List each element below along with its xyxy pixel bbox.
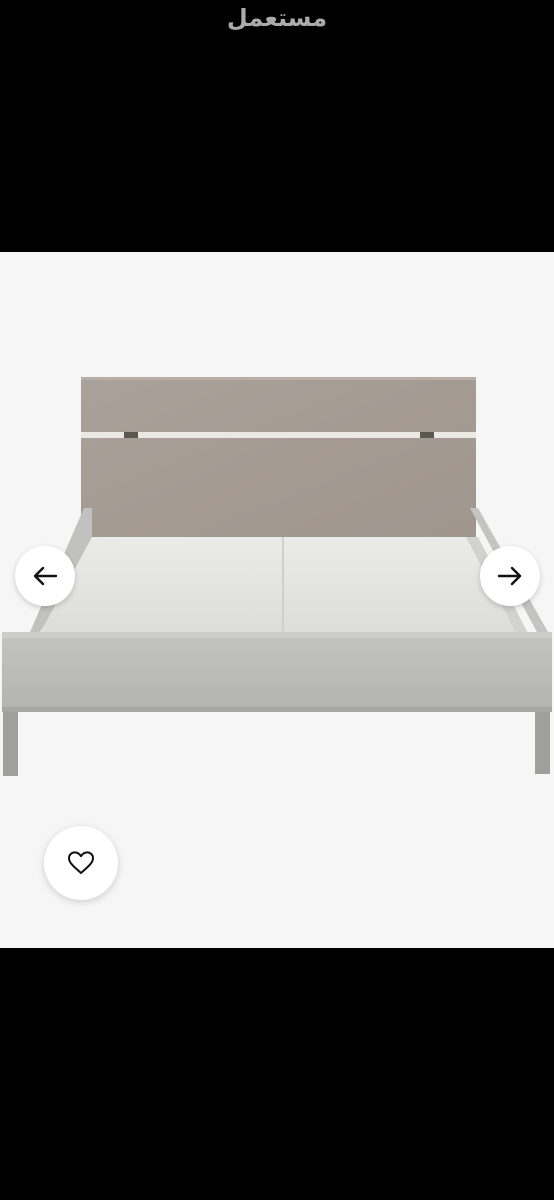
screen: مستعمل [0,0,554,1200]
heart-outline-icon [68,851,94,874]
watermark-logo: مستعمل [226,4,328,32]
bed-leg-left [3,712,18,776]
previous-image-button[interactable] [15,546,75,606]
arrow-left-icon [33,566,58,586]
next-image-button[interactable] [480,546,540,606]
footboard [2,632,552,712]
product-image-gallery[interactable] [0,252,554,948]
arrow-right-icon [497,566,522,586]
bottom-black-area [0,948,554,1200]
favorite-button[interactable] [44,826,118,900]
bed-leg-right [535,712,550,774]
headboard-groove [81,432,476,438]
headboard [81,377,476,537]
